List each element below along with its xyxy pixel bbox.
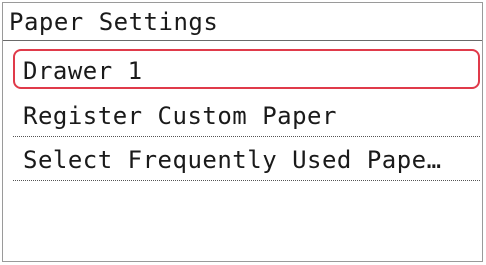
menu-item-label: Drawer 1 (23, 57, 143, 85)
page-title: Paper Settings (9, 8, 219, 36)
menu-item-label: Register Custom Paper (23, 102, 337, 130)
title-bar: Paper Settings (3, 3, 482, 41)
menu-item-select-frequently-used-paper[interactable]: Select Frequently Used Pape… (13, 137, 480, 181)
menu-item-drawer-1[interactable]: Drawer 1 (13, 49, 480, 89)
paper-settings-screen: Paper Settings Drawer 1 Register Custom … (2, 2, 483, 262)
menu-item-label: Select Frequently Used Pape… (23, 146, 442, 174)
menu-item-register-custom-paper[interactable]: Register Custom Paper (13, 93, 480, 137)
menu-divider (13, 180, 480, 181)
settings-menu: Drawer 1 Register Custom Paper Select Fr… (13, 49, 480, 181)
